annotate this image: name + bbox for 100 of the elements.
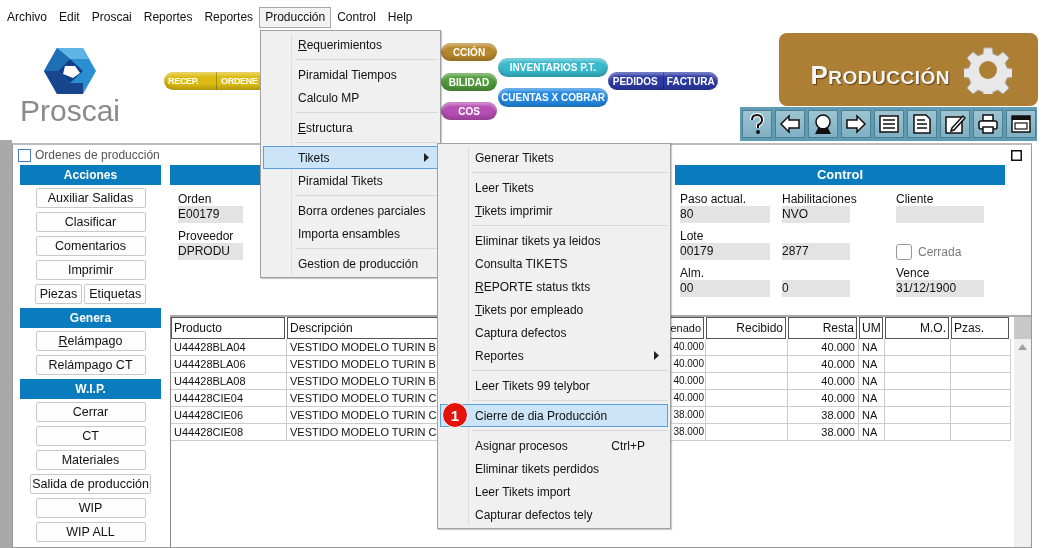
text-field[interactable]: 2877 (782, 243, 850, 260)
action-button[interactable]: WIP ALL (35, 522, 146, 542)
module-button[interactable]: CUENTAS X COBRAR (498, 88, 608, 107)
section-header: Acciones (20, 165, 161, 185)
scrollbar[interactable] (1014, 317, 1031, 547)
table-cell (951, 390, 1011, 407)
action-button[interactable]: Auxiliar Salidas (35, 188, 146, 208)
action-button[interactable]: Salida de producción (30, 474, 151, 494)
table-cell (951, 373, 1011, 390)
module-banner: PRODUCCIÓN (779, 33, 1038, 106)
column-header[interactable]: M.O. (885, 317, 949, 339)
menu-item[interactable]: Tikets (263, 146, 438, 169)
menu-item[interactable]: Tikets imprimir (440, 199, 668, 222)
text-field[interactable]: 31/12/1900 (896, 280, 984, 297)
action-button[interactable]: Cerrar (35, 402, 146, 422)
right-arrow-icon (844, 113, 867, 135)
action-button[interactable]: Clasificar (35, 212, 146, 232)
table-cell: NA (859, 407, 885, 424)
table-cell: 38.000 (788, 407, 859, 424)
window-icon (1009, 113, 1032, 135)
field-label: Orden (178, 193, 213, 206)
table-cell: 40.000 (788, 356, 859, 373)
toolbar-button[interactable] (873, 110, 904, 138)
window-title: Ordenes de producción (35, 148, 160, 162)
menu-item[interactable]: Importa ensambles (263, 222, 438, 245)
action-button[interactable]: Etiquetas (84, 284, 147, 304)
table-cell (885, 356, 951, 373)
menu-item[interactable]: Eliminar tikets ya leidos (440, 229, 668, 252)
table-cell (885, 373, 951, 390)
action-button[interactable]: Piezas (34, 284, 83, 304)
action-button[interactable]: WIP (35, 498, 146, 518)
shortcut-text: Ctrl+P (611, 438, 645, 453)
section-header: Genera (20, 308, 161, 328)
action-button[interactable]: CT (35, 426, 146, 446)
menu-item[interactable]: Eliminar tikets perdidos (440, 457, 668, 480)
table-cell (951, 407, 1011, 424)
menu-bar-item[interactable]: Help (381, 7, 419, 28)
toolbar-button[interactable] (741, 110, 772, 138)
table-cell: 40.000 (788, 390, 859, 407)
maximize-icon[interactable] (1011, 149, 1022, 161)
menu-item[interactable]: 1 Cierre de dia Producción (440, 404, 668, 427)
action-button[interactable]: Comentarios (35, 236, 146, 256)
menu-item[interactable]: Leer Tikets (440, 176, 668, 199)
menu-item[interactable]: Capturar defectos tely (440, 503, 668, 526)
field-label: Alm. (680, 267, 705, 280)
table-cell: 38.000 (788, 424, 859, 441)
table-cell (885, 424, 951, 441)
module-button[interactable]: COS (441, 102, 497, 120)
gear-icon (964, 45, 1012, 94)
menu-bar-item[interactable]: Proscai (85, 7, 138, 28)
column-header[interactable]: Recibido (706, 317, 786, 339)
menu-item[interactable]: Gestion de producción (263, 252, 438, 275)
toolbar-button[interactable] (939, 110, 970, 138)
menu-item[interactable]: Estructura (263, 116, 438, 139)
action-button[interactable]: Relámpago CT (35, 355, 146, 375)
menu-item[interactable]: REPORTE status tkts (440, 275, 668, 298)
list-icon (877, 113, 900, 135)
table-cell (951, 356, 1011, 373)
column-header[interactable]: Producto (171, 317, 285, 339)
text-field[interactable]: E00179 (178, 206, 243, 223)
text-field[interactable]: 80 (680, 206, 770, 223)
action-button[interactable]: Materiales (35, 450, 146, 470)
module-button[interactable]: PEDIDOS FACTURA (608, 72, 718, 90)
table-cell: U44428BLA06 (171, 356, 287, 373)
toolbar-button[interactable] (807, 110, 838, 138)
table-cell: U44428BLA08 (171, 373, 287, 390)
menu-item[interactable]: Consulta TIKETS (440, 252, 668, 275)
text-field[interactable] (896, 206, 984, 223)
toolbar-button[interactable] (840, 110, 871, 138)
text-field[interactable]: 00179 (680, 243, 770, 260)
pencil-icon (943, 113, 966, 135)
menu-bar-item[interactable]: Producción (259, 7, 332, 28)
column-header[interactable]: UM (859, 317, 883, 339)
table-cell (885, 339, 951, 356)
text-field[interactable]: 0 (782, 280, 850, 297)
menu-item[interactable]: Requerimientos (263, 33, 438, 56)
toolbar-button[interactable] (972, 110, 1003, 138)
text-field[interactable]: 00 (680, 280, 770, 297)
menu-item[interactable]: Borra ordenes parciales (263, 199, 438, 222)
toolbar-button[interactable] (906, 110, 937, 138)
menu-item[interactable]: Piramidal Tikets (263, 169, 438, 192)
logo-icon (43, 46, 97, 96)
menu-bar-item[interactable]: Archivo (1, 7, 53, 28)
action-button[interactable]: Relámpago (35, 331, 146, 351)
text-field[interactable]: DPRODU (178, 243, 243, 260)
toolbar-button[interactable] (1005, 110, 1036, 138)
toolbar-button[interactable] (774, 110, 805, 138)
menu-bar-item[interactable]: Reportes (137, 7, 199, 28)
table-cell: U44428CIE06 (171, 407, 287, 424)
menu-bar-item[interactable]: Control (331, 7, 382, 28)
menu-item[interactable]: Leer Tikets import (440, 480, 668, 503)
text-field[interactable]: NVO (782, 206, 850, 223)
menu-item[interactable]: Generar Tikets (440, 146, 668, 169)
menu-bar-item[interactable]: Edit (53, 7, 86, 28)
menu-bar-item[interactable]: Reportes (198, 7, 260, 28)
field-label: Proveedor (178, 230, 235, 243)
printer-icon (976, 113, 999, 135)
column-header[interactable]: Resta (788, 317, 857, 339)
action-button[interactable]: Imprimir (35, 260, 146, 280)
column-header[interactable]: Pzas. (951, 317, 1009, 339)
